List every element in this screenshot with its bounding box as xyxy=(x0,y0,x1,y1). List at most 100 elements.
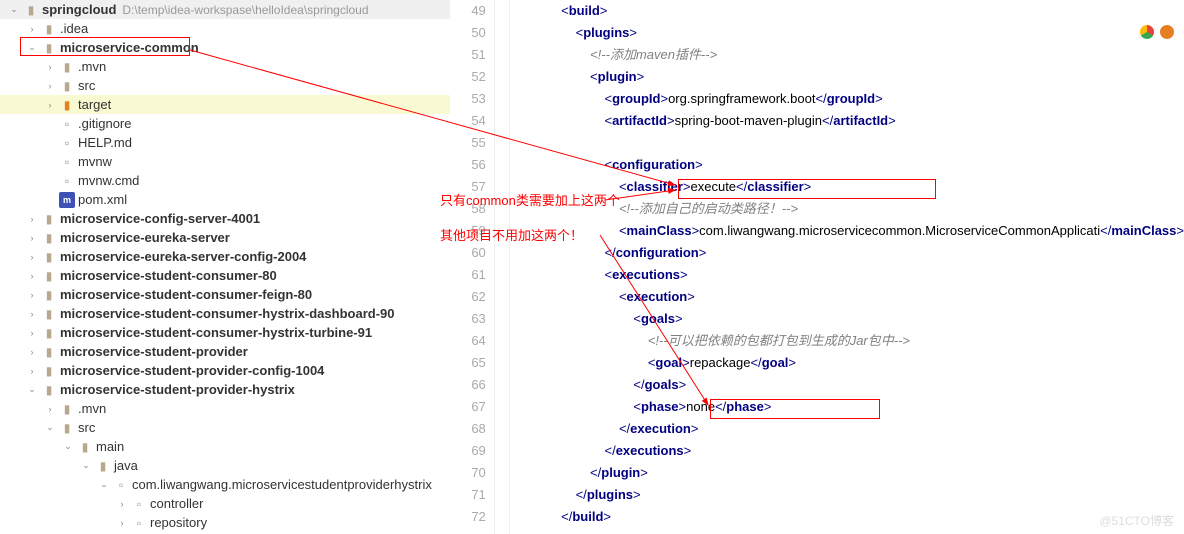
tree-label: mvnw.cmd xyxy=(78,173,139,188)
chevron-icon[interactable]: › xyxy=(44,62,56,72)
tree-path: D:\temp\idea-workspase\helloIdea\springc… xyxy=(122,3,368,17)
code-line: <mainClass>com.liwangwang.microserviceco… xyxy=(518,220,1184,242)
chevron-icon[interactable]: ⌄ xyxy=(98,479,110,490)
tree-item[interactable]: ›▮target xyxy=(0,95,450,114)
chevron-icon[interactable]: › xyxy=(26,214,38,224)
tree-item[interactable]: ›▮microservice-student-provider xyxy=(0,342,450,361)
chevron-icon[interactable]: ⌄ xyxy=(26,42,38,53)
chevron-icon[interactable]: ⌄ xyxy=(62,441,74,452)
tree-label: .mvn xyxy=(78,401,106,416)
code-line: <phase>none</phase> xyxy=(518,396,1184,418)
chevron-icon[interactable]: ⌄ xyxy=(26,384,38,395)
tree-label: microservice-student-provider-hystrix xyxy=(60,382,295,397)
pkg-icon: ▫ xyxy=(131,515,147,531)
code-line: <build> xyxy=(518,0,1184,22)
code-line: <classifier>execute</classifier> xyxy=(518,176,1184,198)
tree-label: com.liwangwang.microservicestudentprovid… xyxy=(132,477,432,492)
tree-item[interactable]: ⌄▮main xyxy=(0,437,450,456)
tree-label: .mvn xyxy=(78,59,106,74)
tree-item[interactable]: ›▮microservice-student-consumer-hystrix-… xyxy=(0,323,450,342)
tree-label: main xyxy=(96,439,124,454)
folder-icon: ▮ xyxy=(41,249,57,265)
chevron-icon[interactable]: › xyxy=(26,366,38,376)
code-line: <!--添加自己的启动类路径！--> xyxy=(518,198,1184,220)
tree-item[interactable]: ›▫repository xyxy=(0,513,450,532)
tree-item[interactable]: ⌄▮microservice-common xyxy=(0,38,450,57)
tree-label: microservice-student-consumer-hystrix-da… xyxy=(60,306,394,321)
tree-item[interactable]: ▫mvnw xyxy=(0,152,450,171)
code-line: </configuration> xyxy=(518,242,1184,264)
file-m-icon: m xyxy=(59,192,75,208)
tree-item[interactable]: ⌄▮src xyxy=(0,418,450,437)
tree-item[interactable]: ⌄▮java xyxy=(0,456,450,475)
line-gutter: 4950515253545556575859606162636465666768… xyxy=(450,0,495,534)
folder-icon: ▮ xyxy=(23,2,39,18)
tree-item[interactable]: ›▮microservice-student-provider-config-1… xyxy=(0,361,450,380)
chevron-icon[interactable]: › xyxy=(26,309,38,319)
folder-icon: ▮ xyxy=(41,382,57,398)
tree-item[interactable]: ⌄▮microservice-student-provider-hystrix xyxy=(0,380,450,399)
tree-item[interactable]: ⌄▫com.liwangwang.microservicestudentprov… xyxy=(0,475,450,494)
tree-item[interactable]: ▫HELP.md xyxy=(0,133,450,152)
chevron-icon[interactable]: ⌄ xyxy=(80,460,92,471)
file-icon: ▫ xyxy=(59,135,75,151)
code-line: </execution> xyxy=(518,418,1184,440)
tree-item[interactable]: ⌄▮springcloudD:\temp\idea-workspase\hell… xyxy=(0,0,450,19)
tree-item[interactable]: ▫.gitignore xyxy=(0,114,450,133)
tree-label: .gitignore xyxy=(78,116,131,131)
chevron-icon[interactable]: ⌄ xyxy=(44,422,56,433)
firefox-icon[interactable] xyxy=(1160,25,1174,39)
tree-label: repository xyxy=(150,515,207,530)
tree-label: src xyxy=(78,78,95,93)
tree-item[interactable]: ▫mvnw.cmd xyxy=(0,171,450,190)
tree-item[interactable]: ›▮microservice-student-consumer-80 xyxy=(0,266,450,285)
chevron-icon[interactable]: › xyxy=(26,347,38,357)
chevron-icon[interactable]: › xyxy=(116,499,128,509)
chevron-icon[interactable]: › xyxy=(116,518,128,528)
folder-icon: ▮ xyxy=(41,21,57,37)
code-line: </plugins> xyxy=(518,484,1184,506)
tree-item[interactable]: ›▮microservice-eureka-server-config-2004 xyxy=(0,247,450,266)
browser-icons xyxy=(1140,25,1174,39)
tree-item[interactable]: ›▮microservice-student-consumer-hystrix-… xyxy=(0,304,450,323)
chevron-icon[interactable]: › xyxy=(44,404,56,414)
folder-icon: ▮ xyxy=(59,78,75,94)
tree-item[interactable]: ›▮.idea xyxy=(0,19,450,38)
tree-label: microservice-student-provider xyxy=(60,344,248,359)
tree-label: mvnw xyxy=(78,154,112,169)
code-editor[interactable]: 4950515253545556575859606162636465666768… xyxy=(450,0,1184,534)
project-tree[interactable]: ⌄▮springcloudD:\temp\idea-workspase\hell… xyxy=(0,0,450,534)
tree-label: microservice-eureka-server-config-2004 xyxy=(60,249,306,264)
watermark: @51CTO博客 xyxy=(1099,512,1174,529)
pkg-icon: ▫ xyxy=(131,496,147,512)
tree-item[interactable]: ›▮microservice-eureka-server xyxy=(0,228,450,247)
tree-item[interactable]: ›▮microservice-config-server-4001 xyxy=(0,209,450,228)
tree-item[interactable]: mpom.xml xyxy=(0,190,450,209)
folder-icon: ▮ xyxy=(41,268,57,284)
chevron-icon[interactable]: › xyxy=(26,252,38,262)
chevron-icon[interactable]: ⌄ xyxy=(8,4,20,15)
tree-label: microservice-config-server-4001 xyxy=(60,211,260,226)
fold-gutter xyxy=(495,0,510,534)
chrome-icon[interactable] xyxy=(1140,25,1154,39)
folder-orange-icon: ▮ xyxy=(59,97,75,113)
code-line: </executions> xyxy=(518,440,1184,462)
file-icon: ▫ xyxy=(59,116,75,132)
chevron-icon[interactable]: › xyxy=(26,233,38,243)
chevron-icon[interactable]: › xyxy=(44,81,56,91)
chevron-icon[interactable]: › xyxy=(44,100,56,110)
code-line: </goals> xyxy=(518,374,1184,396)
chevron-icon[interactable]: › xyxy=(26,271,38,281)
tree-item[interactable]: ›▮.mvn xyxy=(0,57,450,76)
chevron-icon[interactable]: › xyxy=(26,290,38,300)
tree-item[interactable]: ›▮microservice-student-consumer-feign-80 xyxy=(0,285,450,304)
tree-item[interactable]: ›▮src xyxy=(0,76,450,95)
tree-item[interactable]: ›▫controller xyxy=(0,494,450,513)
tree-item[interactable]: ›▮.mvn xyxy=(0,399,450,418)
folder-icon: ▮ xyxy=(59,401,75,417)
chevron-icon[interactable]: › xyxy=(26,328,38,338)
folder-icon: ▮ xyxy=(95,458,111,474)
folder-icon: ▮ xyxy=(41,40,57,56)
code-line: <groupId>org.springframework.boot</group… xyxy=(518,88,1184,110)
chevron-icon[interactable]: › xyxy=(26,24,38,34)
